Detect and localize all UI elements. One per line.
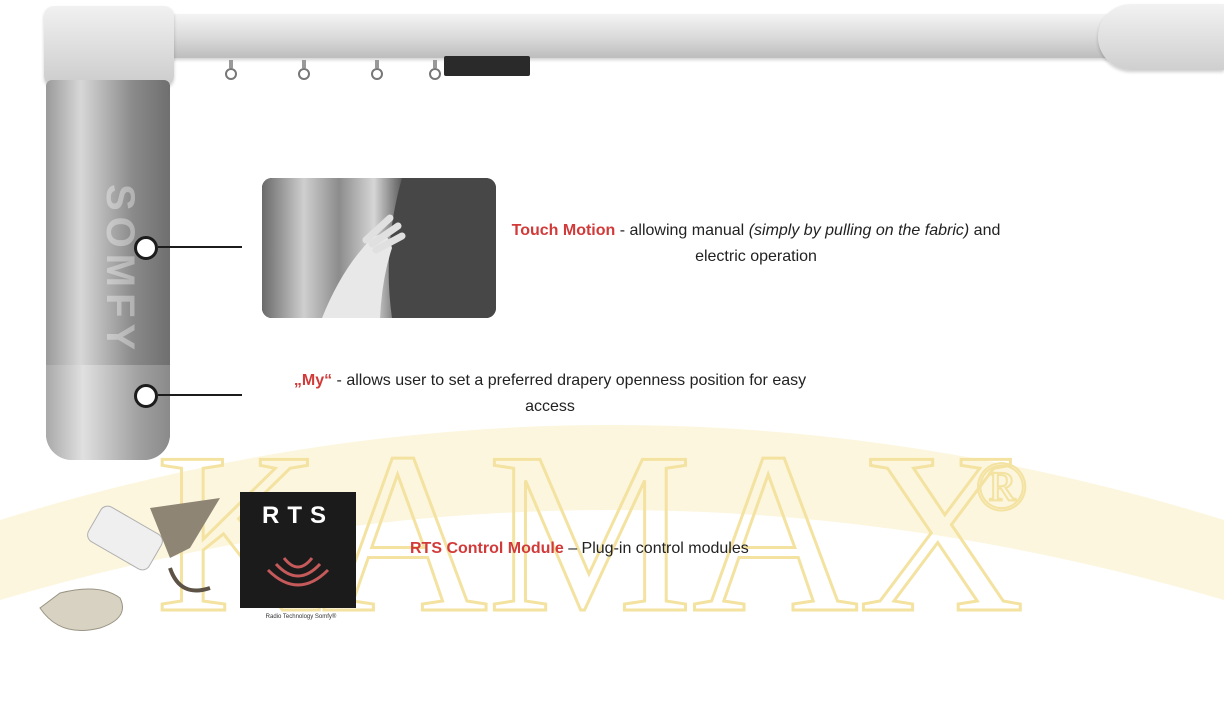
my-rest: - allows user to set a preferred drapery… [332, 372, 807, 415]
runner-hook-1 [225, 60, 237, 80]
rts-module-image [39, 498, 220, 631]
rts-logo-letters: RTS [262, 502, 334, 529]
touch-motion-title: Touch Motion [511, 222, 616, 239]
rts-logo-subtitle: Radio Technology Somfy® [265, 614, 337, 620]
my-description: „My“ - allows user to set a preferred dr… [280, 368, 820, 420]
callout-line-my [158, 394, 242, 396]
callout-dot-my [134, 384, 158, 408]
rts-rest: – Plug-in control modules [563, 540, 749, 557]
motor-head [44, 6, 174, 86]
motor-brand-text: SOMFY [98, 183, 142, 357]
touch-motion-photo [262, 178, 496, 318]
touch-motion-italic: (simply by pulling on the fabric) [748, 222, 970, 239]
runner-hook-2 [298, 60, 310, 80]
callout-dot-touch-motion [134, 236, 158, 260]
runner-hook-3 [371, 60, 383, 80]
rts-description: RTS Control Module – Plug-in control mod… [410, 536, 930, 562]
curtain-track-rail [160, 14, 1140, 58]
motor-bottom-cap [46, 365, 170, 460]
callout-line-touch-motion [158, 246, 242, 248]
my-title: „My“ [293, 372, 333, 389]
watermark-registered-mark: ® [975, 449, 1028, 526]
touch-motion-sep: - allowing manual [615, 222, 749, 239]
track-end-cap [1098, 4, 1224, 70]
rts-title: RTS Control Module [410, 540, 564, 557]
master-carrier [444, 56, 530, 76]
runner-hook-4 [429, 60, 441, 80]
touch-motion-description: Touch Motion - allowing manual (simply b… [496, 218, 1016, 270]
